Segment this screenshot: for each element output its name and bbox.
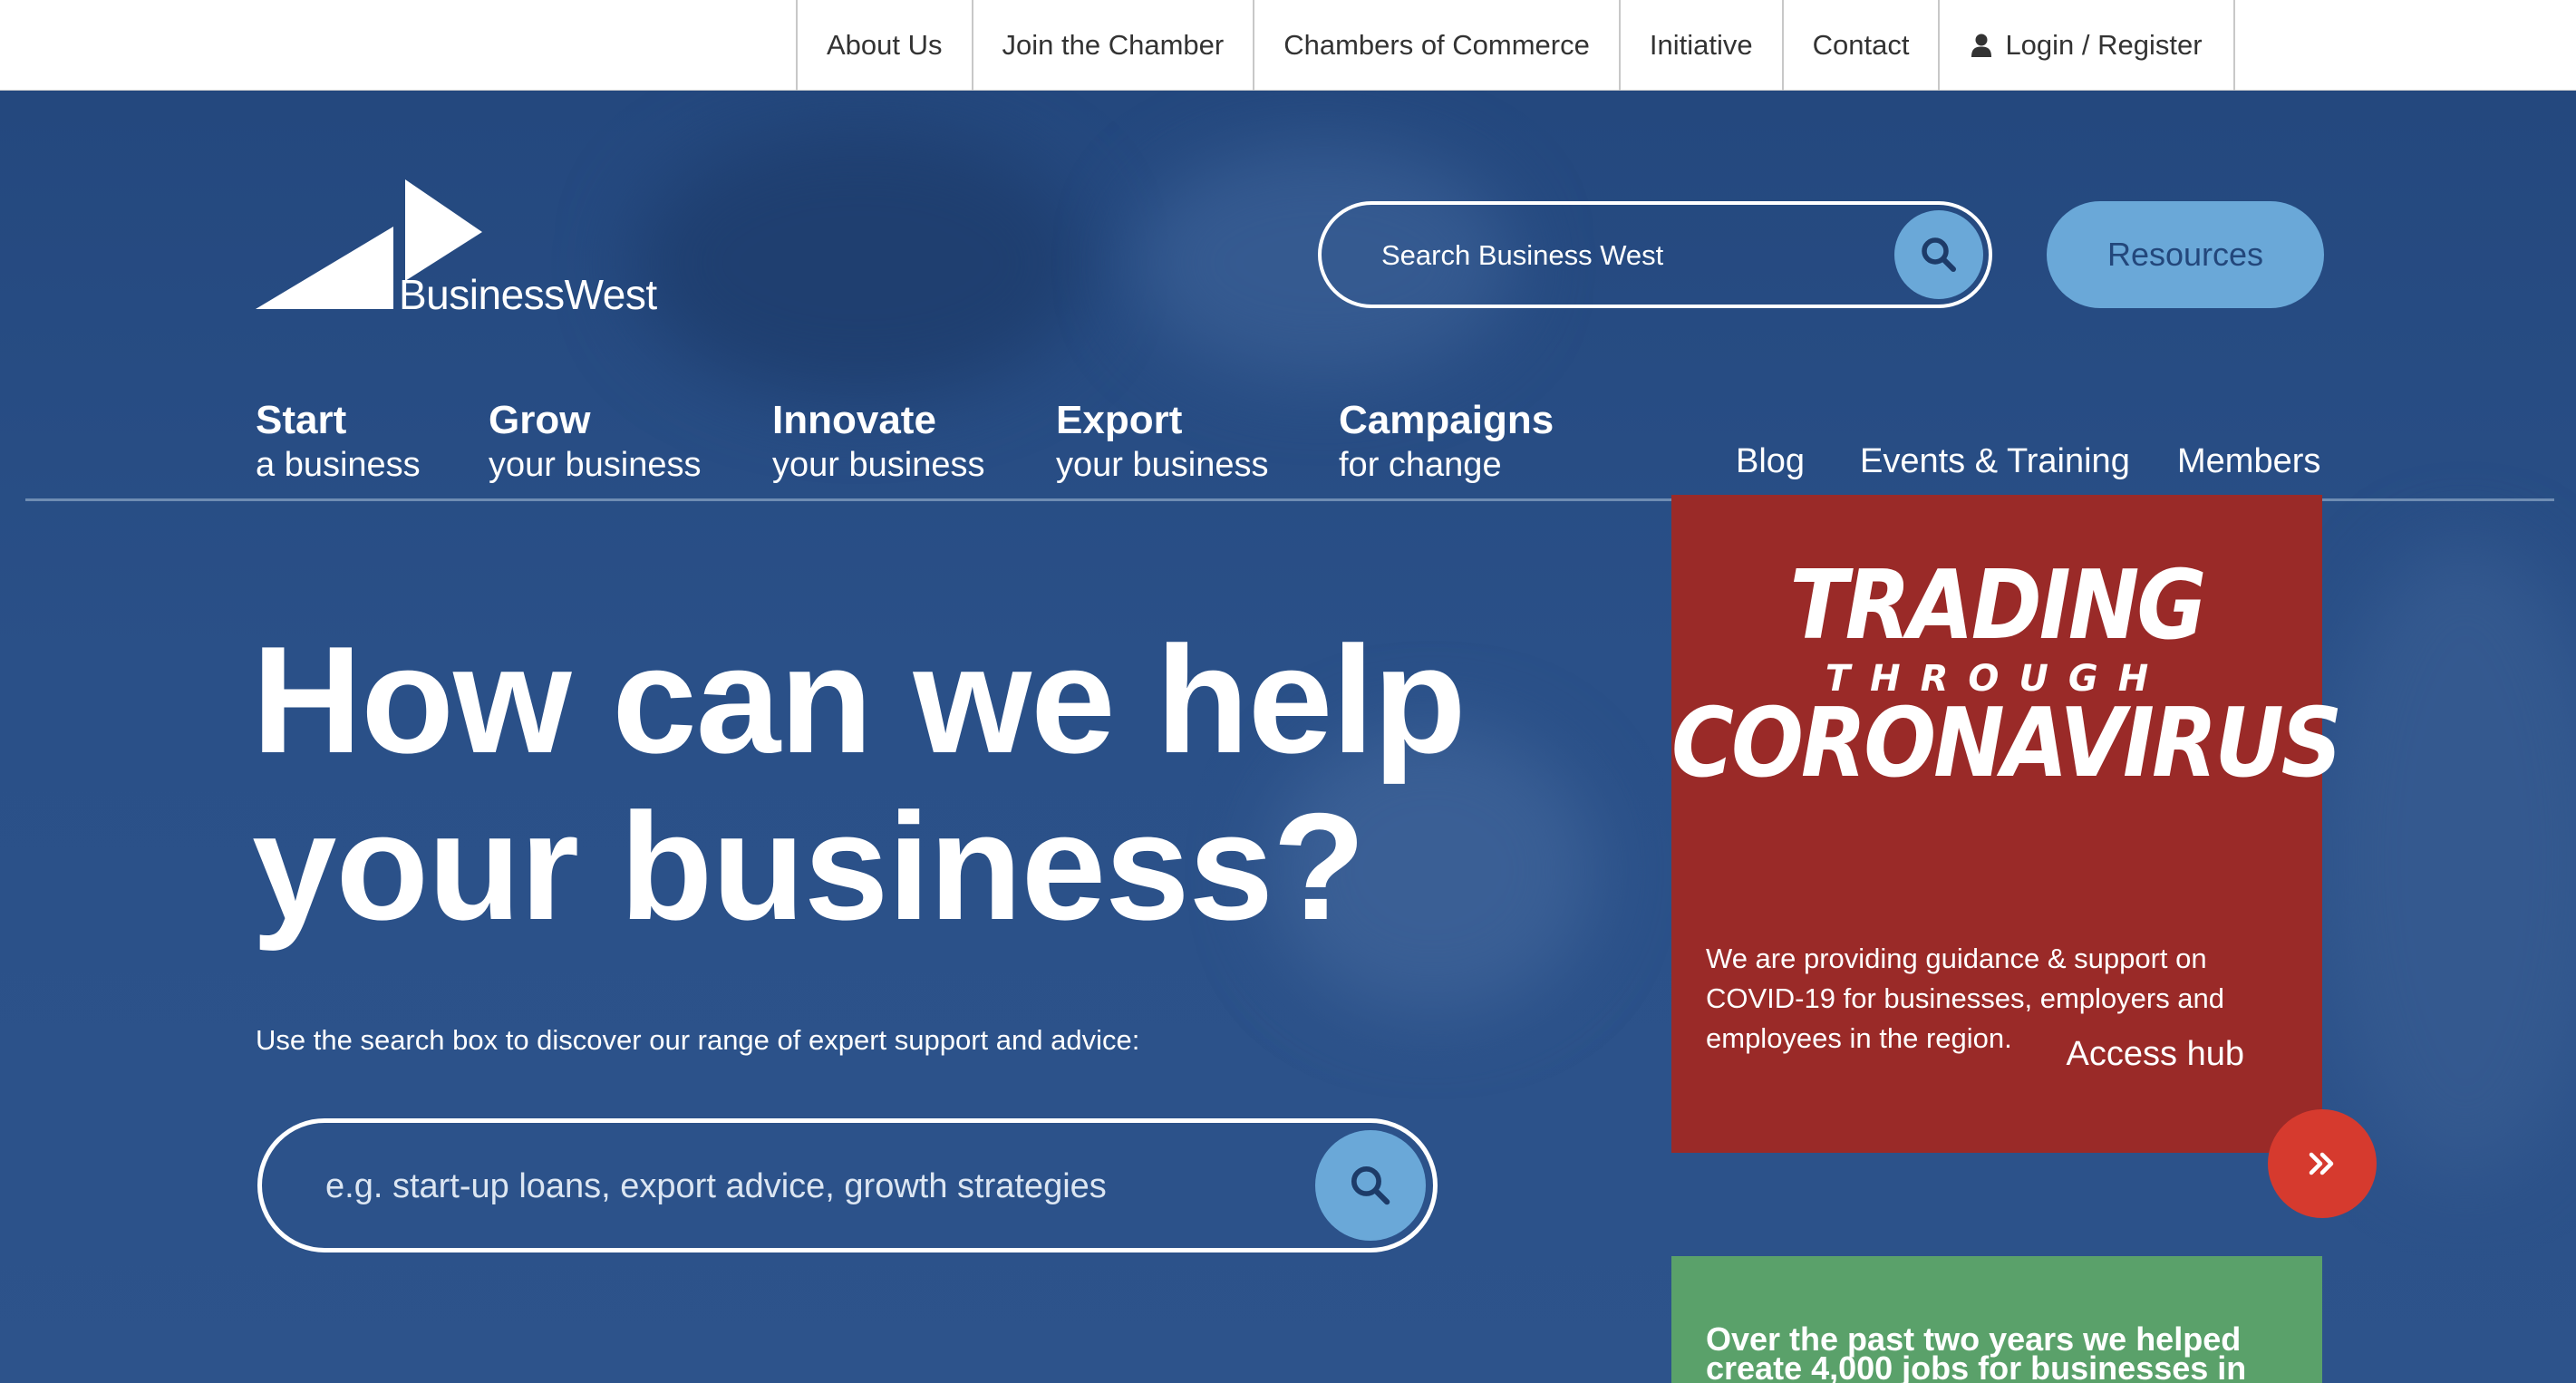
top-utility-bar: About Us Join the Chamber Chambers of Co… [0, 0, 2576, 91]
nav-events-training[interactable]: Events & Training [1860, 442, 2130, 481]
main-nav-campaigns[interactable]: Campaigns for change [1339, 397, 1554, 486]
main-nav-start[interactable]: Start a business [256, 397, 421, 486]
main-nav-subtitle: a business [256, 446, 421, 484]
hero-search-button[interactable] [1315, 1130, 1426, 1241]
login-register-label: Login / Register [2005, 29, 2203, 61]
nav-blog[interactable]: Blog [1736, 442, 1805, 481]
main-nav-title: Export [1056, 398, 1183, 442]
main-nav-title: Innovate [772, 398, 936, 442]
hero-search-input[interactable] [325, 1161, 1232, 1212]
main-nav-subtitle: for change [1339, 446, 1502, 484]
logo-text: BusinessWest [399, 271, 657, 318]
jobs-stat-text: Over the past two years we helped create… [1706, 1320, 2247, 1383]
hero-headline-line-2: your business? [252, 781, 1366, 952]
header-search-input[interactable] [1381, 232, 1871, 279]
main-nav-title: Grow [489, 398, 591, 442]
access-hub-button[interactable] [2268, 1109, 2377, 1218]
hero-headline: How can we help your business? [252, 614, 1467, 952]
header-search [1318, 201, 1992, 308]
main-nav-grow[interactable]: Grow your business [489, 397, 701, 486]
main-nav-title: Campaigns [1339, 398, 1554, 442]
hero-headline-line-1: How can we help [252, 614, 1467, 785]
jobs-stat-card: Over the past two years we helped create… [1671, 1256, 2322, 1383]
access-hub-link[interactable]: Access hub [2067, 1035, 2244, 1074]
search-icon [1922, 237, 1956, 272]
trading-through-coronavirus-card: TRADING THROUGH CORONAVIRUS We are provi… [1671, 495, 2342, 1153]
hero-search [257, 1118, 1438, 1252]
user-icon [1971, 34, 1992, 57]
header-search-button[interactable] [1894, 210, 1983, 299]
nav-members[interactable]: Members [2177, 442, 2320, 481]
main-nav-innovate[interactable]: Innovate your business [772, 397, 984, 486]
top-nav-chambers-of-commerce[interactable]: Chambers of Commerce [1254, 0, 1621, 91]
covid-title-top: TRADING [1789, 550, 2206, 662]
main-nav-subtitle: your business [1056, 446, 1269, 484]
top-nav-about-us[interactable]: About Us [798, 0, 973, 91]
search-icon [1351, 1165, 1390, 1205]
top-nav-contact[interactable]: Contact [1784, 0, 1941, 91]
background-photo-overlay [2320, 544, 2576, 1178]
main-nav-title: Start [256, 398, 347, 442]
double-chevron-right-icon [2309, 1152, 2334, 1175]
main-nav-subtitle: your business [772, 446, 985, 484]
main-nav-export[interactable]: Export your business [1056, 397, 1268, 486]
resources-button[interactable]: Resources [2047, 201, 2324, 308]
top-nav-join-the-chamber[interactable]: Join the Chamber [973, 0, 1255, 91]
main-nav-subtitle: your business [489, 446, 702, 484]
covid-title-bottom: CORONAVIRUS [1671, 688, 2342, 799]
background-photo-overlay [634, 127, 1088, 399]
top-nav-initiative[interactable]: Initiative [1621, 0, 1784, 91]
hero-subtext: Use the search box to discover our range… [256, 1024, 1140, 1056]
login-register-link[interactable]: Login / Register [1940, 0, 2235, 91]
top-nav: About Us Join the Chamber Chambers of Co… [796, 0, 2235, 91]
